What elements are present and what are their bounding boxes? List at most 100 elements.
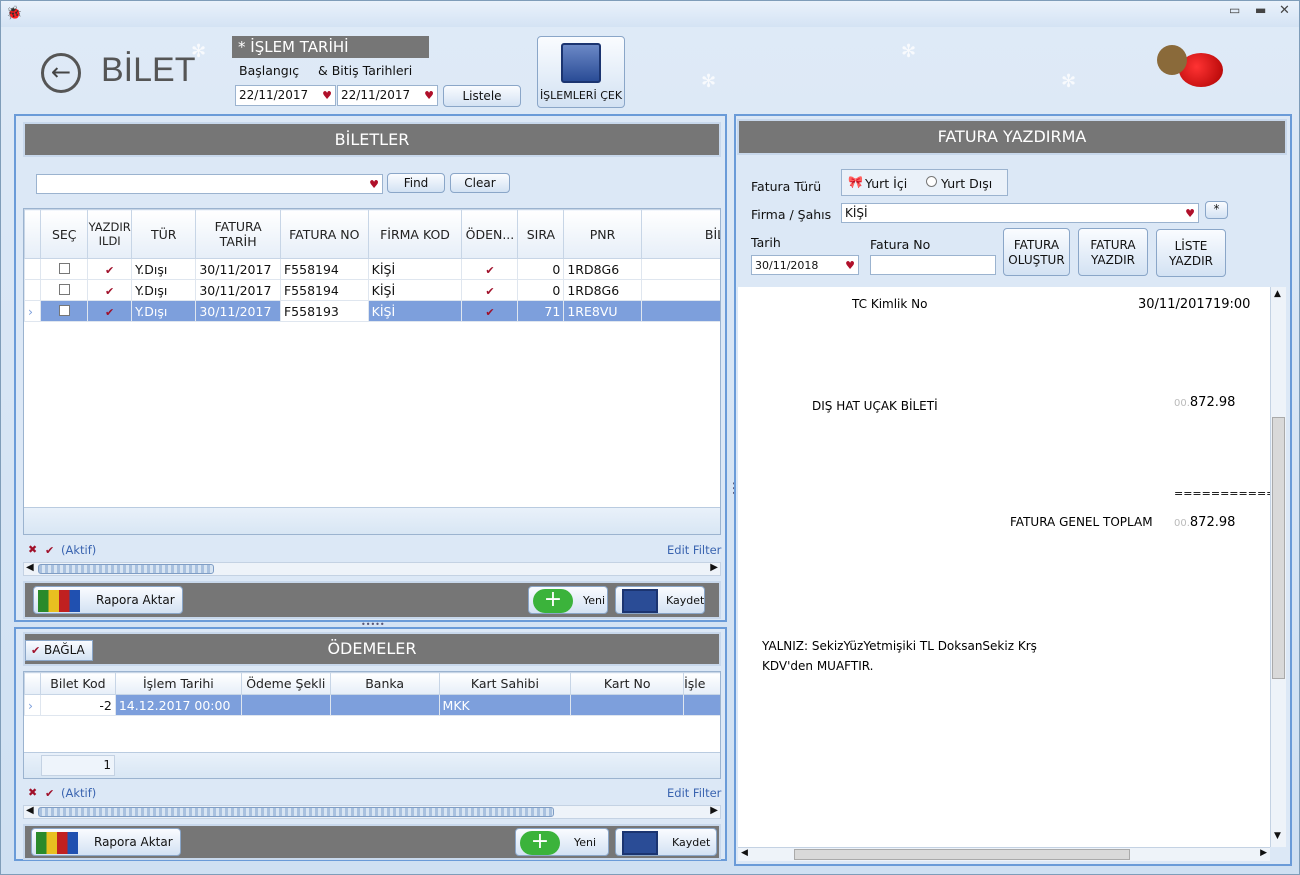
firma-combo[interactable]: KİŞİ ♥ <box>841 203 1199 223</box>
column-header[interactable]: PNR <box>563 209 642 259</box>
scroll-left-icon[interactable]: ◀ <box>26 562 34 573</box>
chevron-down-icon[interactable]: ♥ <box>424 86 434 105</box>
rapora-aktar-button[interactable]: Rapora Aktar <box>33 586 183 614</box>
column-header[interactable]: Banka <box>329 672 440 695</box>
yurt-disi-radio[interactable]: Yurt Dışı <box>941 176 992 191</box>
total-amount: 872.98 <box>1189 515 1236 530</box>
horizontal-scrollbar[interactable]: ◀ ▶ <box>23 562 721 576</box>
radio-unselected-icon[interactable] <box>926 176 937 187</box>
column-header[interactable]: Ödeme Şekli <box>240 672 331 695</box>
bagla-label: BAĞLA <box>44 643 85 657</box>
fatura-yazdir-button[interactable]: FATURA YAZDIR <box>1078 228 1148 276</box>
horizontal-scrollbar[interactable]: ◀ ▶ <box>23 805 721 819</box>
scroll-thumb[interactable] <box>38 807 554 817</box>
column-header[interactable]: İşle <box>683 672 720 695</box>
column-header[interactable]: FİRMA KOD <box>367 209 463 259</box>
column-header[interactable]: SIRA <box>517 209 565 259</box>
listele-button[interactable]: Listele <box>443 85 521 107</box>
chevron-down-icon[interactable]: ♥ <box>1185 204 1195 223</box>
back-arrow-icon[interactable]: ← <box>41 53 81 93</box>
table-row[interactable]: ✔ Y.Dışı 30/11/2017 F558194 KİŞİ ✔ 0 1RD… <box>24 258 720 280</box>
yeni-label: Yeni <box>583 594 606 607</box>
filter-close-icon[interactable]: ✖ <box>28 786 37 799</box>
yeni-button[interactable]: + Yeni <box>515 828 609 856</box>
scroll-thumb[interactable] <box>1272 417 1285 679</box>
chevron-down-icon[interactable]: ♥ <box>845 256 855 275</box>
scroll-right-icon[interactable]: ▶ <box>1260 848 1267 858</box>
close-icon[interactable]: ✕ <box>1279 3 1290 18</box>
filter-checked-icon[interactable]: ✔ <box>45 543 54 557</box>
column-header[interactable]: Kart Sahibi <box>438 672 572 695</box>
filter-text[interactable]: (Aktif) <box>61 786 96 800</box>
scroll-thumb[interactable] <box>794 849 1130 860</box>
table-row[interactable]: ✔ Y.Dışı 30/11/2017 F558194 KİŞİ ✔ 0 1RD… <box>24 279 720 301</box>
yeni-button[interactable]: + Yeni <box>528 586 608 614</box>
scroll-thumb[interactable] <box>38 564 214 574</box>
preview-horizontal-scrollbar[interactable]: ◀ ▶ <box>738 847 1270 861</box>
snowflake-icon: ✻ <box>901 41 917 62</box>
islemleri-cek-button[interactable]: İŞLEMLERİ ÇEK <box>537 36 625 108</box>
total-label: FATURA GENEL TOPLAM <box>1010 515 1153 529</box>
kaydet-button[interactable]: Kaydet <box>615 586 705 614</box>
radio-selected-icon[interactable]: 🎀 <box>848 175 863 189</box>
kaydet-button[interactable]: Kaydet <box>615 828 717 856</box>
select-checkbox[interactable] <box>58 304 70 316</box>
bagla-button[interactable]: ✔ BAĞLA <box>25 640 93 661</box>
scroll-left-icon[interactable]: ◀ <box>741 848 748 858</box>
cell-sira: 0 <box>517 258 565 280</box>
edit-filter-link[interactable]: Edit Filter <box>667 786 721 800</box>
cell-pnr: 1RD8G6 <box>563 279 642 301</box>
tarih-picker[interactable]: 30/11/2018 ♥ <box>751 255 859 275</box>
grid-footer <box>24 507 720 534</box>
clear-button[interactable]: Clear <box>450 173 510 193</box>
chevron-down-icon[interactable]: ♥ <box>322 86 332 105</box>
chevron-down-icon[interactable]: ♥ <box>369 175 379 194</box>
page-title: BİLET <box>101 51 196 89</box>
firma-lookup-button[interactable]: * <box>1205 201 1228 219</box>
fatura-olustur-button[interactable]: FATURA OLUŞTUR <box>1003 228 1070 276</box>
end-date-picker[interactable]: 22/11/2017 ♥ <box>337 85 438 106</box>
minimize-icon[interactable]: ▬ <box>1255 3 1266 17</box>
filter-text[interactable]: (Aktif) <box>61 543 96 557</box>
yurt-ici-radio[interactable]: Yurt İçi <box>865 176 907 191</box>
table-row[interactable]: › -2 14.12.2017 00:00 MKK <box>24 694 720 716</box>
column-header[interactable]: Kart No <box>570 672 685 695</box>
filter-checked-icon[interactable]: ✔ <box>45 786 54 800</box>
rapora-aktar-button[interactable]: Rapora Aktar <box>31 828 181 856</box>
line-item-label: DIŞ HAT UÇAK BİLETİ <box>812 399 938 413</box>
find-button[interactable]: Find <box>387 173 445 193</box>
column-header[interactable]: FATURA TARİH <box>195 209 281 259</box>
rapora-aktar-label: Rapora Aktar <box>96 593 175 607</box>
scroll-down-icon[interactable]: ▼ <box>1274 831 1281 841</box>
scroll-right-icon[interactable]: ▶ <box>710 562 718 573</box>
column-header[interactable]: BİLET N <box>640 209 720 259</box>
save-icon <box>622 831 658 855</box>
column-header[interactable]: ÖDEN... <box>461 209 519 259</box>
biletler-search-combo[interactable]: ♥ <box>36 174 383 194</box>
start-date-picker[interactable]: 22/11/2017 ♥ <box>235 85 336 106</box>
column-header[interactable]: TÜR <box>131 209 197 259</box>
table-row[interactable]: › ✔ Y.Dışı 30/11/2017 F558193 KİŞİ ✔ 71 … <box>24 300 720 322</box>
column-header[interactable]: İşlem Tarihi <box>114 672 242 695</box>
column-header[interactable]: YAZDIR ILDI <box>87 209 133 259</box>
biletler-grid[interactable]: SEÇ YAZDIR ILDI TÜR FATURA TARİH FATURA … <box>23 208 721 535</box>
liste-yazdir-button[interactable]: LİSTE YAZDIR <box>1156 229 1226 277</box>
vertical-scrollbar[interactable]: ▲ ▼ <box>1270 287 1286 847</box>
filter-close-icon[interactable]: ✖ <box>28 543 37 556</box>
scroll-up-icon[interactable]: ▲ <box>1274 289 1281 299</box>
column-header[interactable]: SEÇ <box>40 209 89 259</box>
column-header[interactable]: FATURA NO <box>279 209 369 259</box>
fatura-no-input[interactable] <box>870 255 996 275</box>
cell-tur: Y.Dışı <box>131 300 197 322</box>
odemeler-grid[interactable]: Bilet Kod İşlem Tarihi Ödeme Şekli Banka… <box>23 671 721 779</box>
scroll-right-icon[interactable]: ▶ <box>710 805 718 816</box>
scroll-left-icon[interactable]: ◀ <box>26 805 34 816</box>
help-icon[interactable]: ▭ <box>1229 3 1240 17</box>
select-checkbox[interactable] <box>58 262 70 274</box>
cell-firma: KİŞİ <box>367 300 463 322</box>
kdv-text: KDV'den MUAFTIR. <box>762 659 874 673</box>
column-header[interactable]: Bilet Kod <box>39 672 116 695</box>
edit-filter-link[interactable]: Edit Filter <box>667 543 721 557</box>
select-checkbox[interactable] <box>58 283 70 295</box>
cell-tur: Y.Dışı <box>131 279 197 301</box>
